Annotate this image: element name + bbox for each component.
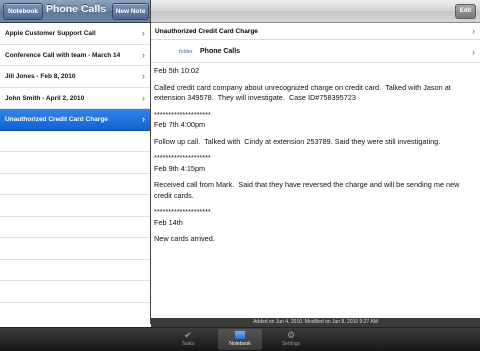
list-title: Phone Calls [45, 3, 107, 15]
note-detail: Unauthorized Credit Card Charge › folder… [151, 23, 480, 318]
chevron-right-icon: › [142, 28, 145, 38]
chevron-right-icon: › [142, 92, 145, 103]
list-item-selected[interactable]: Unauthorized Credit Card Charge › [0, 109, 150, 131]
chevron-right-icon: › [142, 71, 145, 81]
note-paragraph: Feb 5th 10:02 [154, 66, 200, 75]
empty-row [0, 281, 150, 303]
gear-icon: ⚙ [286, 330, 296, 340]
list-item[interactable]: Apple Customer Support Call › [0, 23, 150, 45]
left-toolbar: Notebook Phone Calls New Note [0, 0, 150, 23]
note-paragraph: Follow up call. Talked with Cindy at ext… [154, 136, 441, 146]
list-item[interactable]: Conference Call with team - March 14 › [0, 44, 150, 66]
note-info-bar: Added on Jun 4, 2010. Modified on Jun 8,… [151, 318, 480, 327]
note-paragraph: ******************** Feb 9th 4:15pm [154, 153, 211, 173]
list-item[interactable]: John Smith - April 2, 2010 › [0, 87, 150, 109]
note-paragraph: Received call from Mark. Said that they … [154, 180, 462, 200]
note-paragraph: ******************** Feb 14th [154, 207, 211, 227]
list-item-title: Unauthorized Credit Card Charge [5, 116, 108, 123]
note-paragraph: New cards arrived. [154, 234, 215, 243]
notebook-button[interactable]: Notebook [3, 3, 43, 20]
list-item-title: John Smith - April 2, 2010 [5, 94, 85, 102]
empty-row [0, 152, 150, 174]
edit-button[interactable]: Edit [455, 4, 476, 19]
checkmark-icon: ✔ [184, 330, 192, 340]
tab-label: Settings [281, 341, 301, 347]
chevron-right-icon: › [142, 49, 145, 60]
detail-toolbar: Edit [151, 0, 480, 23]
note-subject-row[interactable]: Unauthorized Credit Card Charge › [151, 23, 480, 40]
empty-row [0, 195, 150, 217]
note-timestamps: Added on Jun 4, 2010. Modified on Jun 8,… [253, 319, 378, 325]
chevron-right-icon: › [142, 114, 145, 124]
empty-row [0, 216, 150, 238]
folder-row[interactable]: folder Phone Calls › [151, 41, 480, 63]
list-item-title: Conference Call with team - March 14 [5, 51, 121, 59]
chevron-right-icon: › [472, 47, 475, 57]
chevron-right-icon: › [472, 26, 475, 36]
list-item[interactable]: Jill Jones - Feb 8, 2010 › [0, 66, 150, 88]
tab-tasks[interactable]: ✔ Tasks [166, 329, 210, 350]
tab-bar: ✔ Tasks Notebook ⚙ Settings [0, 327, 480, 351]
tab-notebook[interactable]: Notebook [218, 329, 262, 350]
list-item-title: Jill Jones - Feb 8, 2010 [5, 73, 76, 80]
empty-row [0, 130, 150, 152]
tab-settings[interactable]: ⚙ Settings [269, 329, 313, 350]
tab-label: Tasks [181, 341, 195, 347]
note-subject: Unauthorized Credit Card Charge [155, 28, 258, 35]
empty-row [0, 259, 150, 281]
new-note-button[interactable]: New Note [112, 3, 149, 20]
folder-label: folder [179, 49, 193, 55]
empty-row [0, 238, 150, 260]
tab-label: Notebook [229, 341, 251, 347]
note-body[interactable]: Feb 5th 10:02 Called credit card company… [154, 66, 476, 245]
empty-row [0, 302, 150, 323]
empty-row [0, 173, 150, 195]
notebook-icon [218, 329, 262, 341]
notes-list: Apple Customer Support Call › Conference … [0, 23, 150, 323]
list-item-title: Apple Customer Support Call [5, 30, 96, 37]
note-paragraph: ******************** Feb 7th 4:00pm [154, 109, 211, 130]
folder-value: Phone Calls [200, 48, 241, 55]
note-paragraph: Called credit card company about unrecog… [154, 82, 453, 103]
